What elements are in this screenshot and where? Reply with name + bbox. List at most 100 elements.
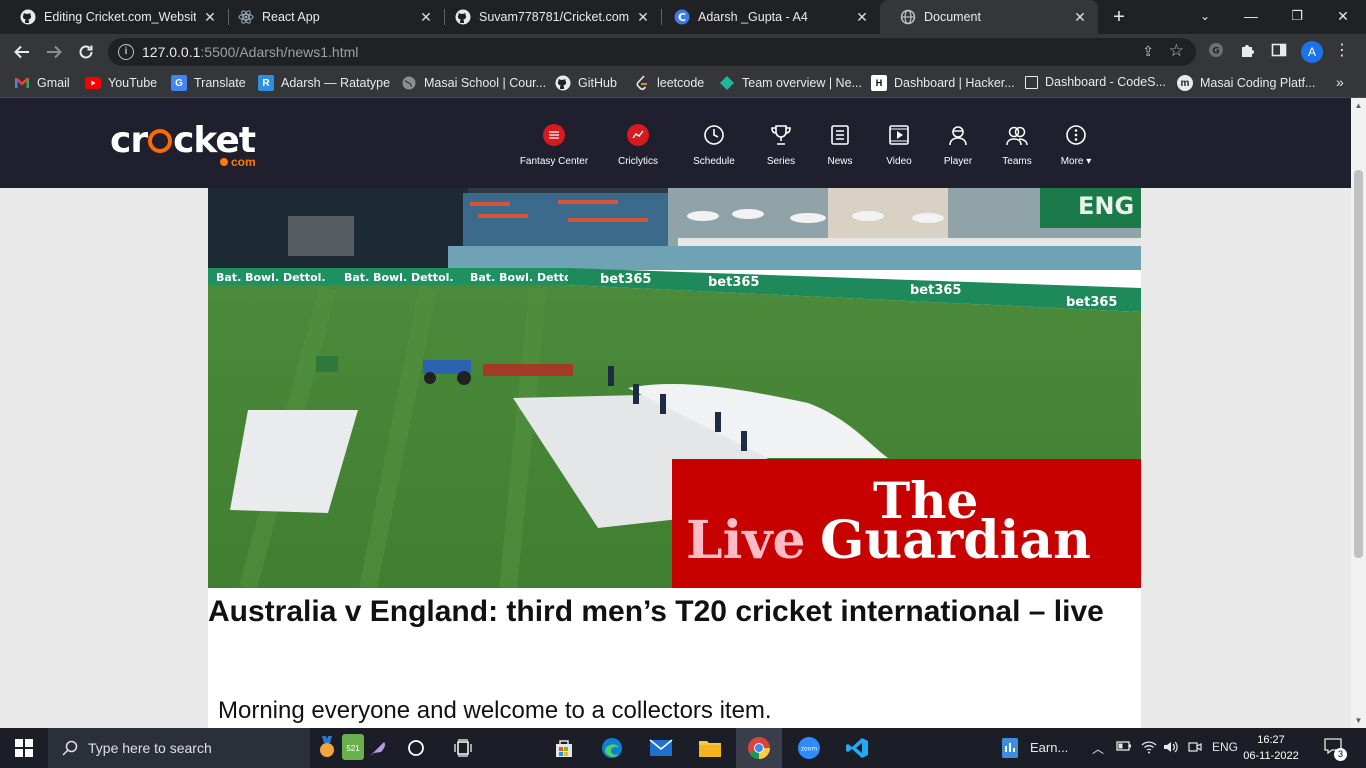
share-icon[interactable]: ⇪ [1142, 43, 1154, 60]
search-highlight-medal-icon [318, 736, 336, 758]
clock-date: 06-11-2022 [1243, 750, 1299, 762]
bookmark-masai-school[interactable]: Masai School | Cour... [401, 75, 546, 91]
browser-tab-strip: Editing Cricket.com_Website ✕ React App … [0, 0, 1366, 34]
scroll-down-arrow-icon[interactable]: ▼ [1351, 713, 1366, 728]
new-tab-button[interactable]: + [1108, 6, 1130, 28]
zoom-icon[interactable]: zoom [797, 736, 821, 760]
site-info-icon[interactable]: i [118, 44, 134, 60]
profile-avatar[interactable]: A [1301, 41, 1323, 63]
nav-schedule[interactable]: Schedule [679, 122, 749, 167]
tab-adarsh-gupta[interactable]: C Adarsh _Gupta - A4 ✕ [654, 0, 880, 34]
ad-board-text: Bat. Bowl. Dettol. [216, 271, 326, 284]
bookmarks-overflow-icon[interactable]: » [1336, 74, 1344, 90]
reload-icon[interactable] [73, 39, 99, 65]
side-panel-icon[interactable] [1269, 42, 1289, 62]
nav-criclytics[interactable]: Criclytics [603, 122, 673, 167]
grammarly-icon[interactable]: G [1206, 42, 1226, 62]
battery-icon[interactable] [1116, 740, 1132, 755]
scrollbar-thumb[interactable] [1354, 170, 1363, 558]
ad-board-text: Bat. Bowl. Dettol. [470, 271, 580, 284]
taskbar-clock[interactable]: 16:27 06-11-2022 [1240, 732, 1302, 764]
close-tab-icon[interactable]: ✕ [418, 9, 434, 26]
show-hidden-icons-icon[interactable]: ︿ [1092, 740, 1104, 757]
bookmark-codesignal[interactable]: Dashboard - CodeS... [1025, 75, 1166, 89]
browser-toolbar: i 127.0.0.1:5500/Adarsh/news1.html ⇪ ☆ G… [0, 34, 1366, 70]
search-placeholder: Type here to search [88, 740, 212, 756]
file-explorer-icon[interactable] [698, 736, 722, 760]
nav-more[interactable]: More ▾ [1041, 122, 1111, 167]
task-view-icon[interactable] [451, 736, 475, 760]
tab-suvam-repo[interactable]: Suvam778781/Cricket.com_W ✕ [435, 0, 661, 34]
restore-icon[interactable]: ❐ [1274, 0, 1320, 34]
gmail-icon [14, 75, 30, 91]
clock-icon [679, 122, 749, 148]
back-icon[interactable] [9, 39, 35, 65]
bookmark-youtube[interactable]: YouTube [85, 75, 157, 91]
bookmarks-bar: Gmail YouTube G Translate R Adarsh — Ratat… [0, 70, 1366, 98]
volume-icon[interactable] [1163, 740, 1179, 757]
extensions-puzzle-icon[interactable] [1237, 42, 1257, 62]
bookmark-hackerrank[interactable]: H Dashboard | Hacker... [871, 75, 1015, 91]
tab-title: Adarsh _Gupta - A4 [698, 10, 808, 24]
chrome-menu-icon[interactable]: ⋮ [1334, 40, 1350, 60]
translate-icon: G [171, 75, 187, 91]
c-logo-icon: C [674, 9, 690, 25]
tab-react-app[interactable]: React App ✕ [218, 0, 444, 34]
tab-document[interactable]: Document ✕ [880, 0, 1098, 34]
bookmark-translate[interactable]: G Translate [171, 75, 246, 91]
bookmark-ratatype[interactable]: R Adarsh — Ratatype [258, 75, 390, 91]
bookmark-leetcode[interactable]: leetcode [634, 75, 704, 91]
bookmark-gmail[interactable]: Gmail [14, 75, 70, 91]
close-tab-icon[interactable]: ✕ [854, 9, 870, 26]
earnings-widget-label[interactable]: Earn... [1030, 740, 1068, 755]
tab-title: React App [262, 10, 320, 24]
article-lede: Morning everyone and welcome to a collec… [218, 697, 772, 724]
sponsor-text: bet365 [910, 283, 961, 298]
address-bar[interactable]: i 127.0.0.1:5500/Adarsh/news1.html ⇪ ☆ [108, 38, 1196, 66]
hero-image: ENG Bat. Bowl. Dettol. Bat. Bowl. Dettol… [208, 188, 1141, 588]
microsoft-store-icon[interactable] [552, 736, 576, 760]
bookmark-star-icon[interactable]: ☆ [1169, 41, 1184, 61]
windows-start-icon[interactable] [12, 736, 36, 760]
taskbar-search-box[interactable]: Type here to search 521 [48, 728, 385, 768]
globe-icon [401, 75, 417, 91]
masai-icon: m [1177, 75, 1193, 91]
bookmark-team-overview[interactable]: Team overview | Ne... [719, 75, 862, 91]
meet-now-icon[interactable] [1188, 740, 1202, 757]
cortana-icon[interactable] [404, 736, 428, 760]
edge-browser-icon[interactable] [600, 736, 624, 760]
scroll-up-arrow-icon[interactable]: ▲ [1351, 98, 1366, 113]
bookmark-github[interactable]: GitHub [555, 75, 617, 91]
page-scrollbar[interactable]: ▲ ▼ [1351, 98, 1366, 728]
search-highlight-feather-icon [368, 738, 388, 758]
search-highlight-badge-icon: 521 [342, 734, 364, 760]
vscode-icon[interactable] [845, 736, 869, 760]
hackerrank-icon: H [871, 75, 887, 91]
mail-icon[interactable] [649, 736, 673, 760]
tab-search-icon[interactable]: ⌄ [1182, 0, 1228, 34]
search-icon [62, 740, 78, 756]
nav-fantasy-center[interactable]: Fantasy Center [519, 122, 589, 167]
close-tab-icon[interactable]: ✕ [635, 9, 651, 26]
tab-editing-cricket[interactable]: Editing Cricket.com_Website ✕ [0, 0, 228, 34]
forward-icon[interactable] [41, 39, 67, 65]
language-indicator[interactable]: ENG [1212, 740, 1238, 754]
close-window-icon[interactable]: ✕ [1320, 0, 1366, 34]
guardian-wordmark-text: Guardian [820, 510, 1091, 571]
sponsor-text: bet365 [1066, 295, 1117, 310]
tab-title: Suvam778781/Cricket.com_W [479, 10, 629, 24]
cricket-ball-icon [148, 129, 173, 153]
bookmark-masai-coding[interactable]: m Masai Coding Platf... [1177, 75, 1315, 91]
clock-time: 16:27 [1257, 734, 1285, 746]
earnings-widget-icon[interactable] [998, 736, 1022, 760]
close-tab-icon[interactable]: ✕ [202, 9, 218, 26]
minimize-icon[interactable]: — [1228, 0, 1274, 34]
chrome-icon[interactable] [747, 736, 771, 760]
close-tab-icon[interactable]: ✕ [1072, 9, 1088, 26]
stand-flag-text: ENG [1078, 192, 1134, 220]
more-icon [1041, 122, 1111, 148]
diamond-icon [719, 75, 735, 91]
wifi-icon[interactable] [1141, 740, 1157, 757]
ratatype-icon: R [258, 75, 274, 91]
url-text: 127.0.0.1:5500/Adarsh/news1.html [142, 44, 359, 60]
